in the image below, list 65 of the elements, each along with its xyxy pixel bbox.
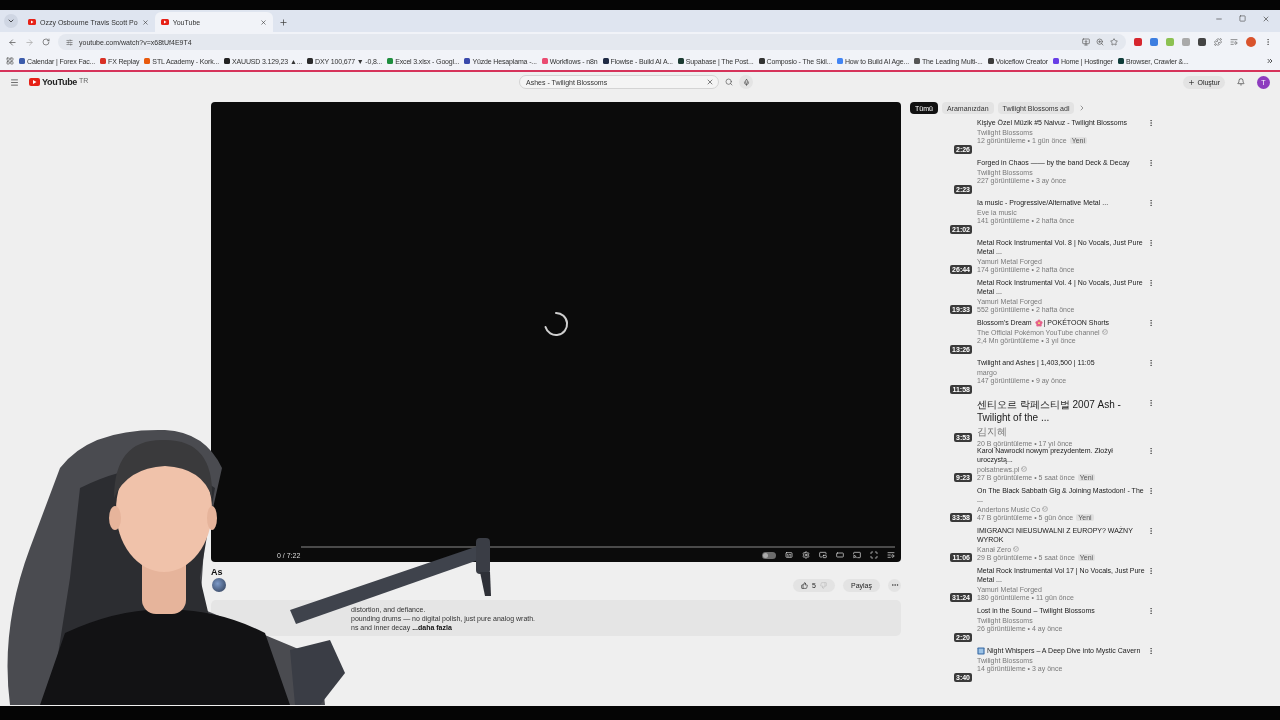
- video-title: As: [211, 567, 223, 577]
- more-icon: [1147, 119, 1155, 127]
- play-logo-icon: [160, 19, 169, 25]
- book-icon: [977, 647, 985, 656]
- play-logo-icon: [28, 19, 36, 25]
- channel-avatar[interactable]: [212, 578, 226, 592]
- install-icon[interactable]: [1082, 38, 1090, 46]
- back-icon[interactable]: [8, 37, 17, 47]
- menu-icon[interactable]: [10, 77, 19, 87]
- zoom-icon[interactable]: [1096, 38, 1104, 46]
- chevron-down-icon: [7, 17, 15, 25]
- more-icon: [1147, 487, 1155, 495]
- more-icon: [1147, 239, 1155, 247]
- more-icon: [1147, 567, 1155, 575]
- fullscreen-icon[interactable]: [870, 551, 878, 559]
- clear-icon[interactable]: [706, 78, 714, 86]
- play-logo-icon: [29, 78, 40, 86]
- more-icon: [1147, 647, 1155, 655]
- maximize-icon[interactable]: [1239, 15, 1246, 22]
- theater-mode-icon[interactable]: [836, 551, 844, 559]
- media-icon[interactable]: [1230, 38, 1238, 46]
- more-icon: [1147, 159, 1155, 167]
- close-icon[interactable]: [1262, 15, 1270, 23]
- more-icon: [1147, 319, 1155, 327]
- more-icon: [1147, 607, 1155, 615]
- more-icon: [1147, 447, 1155, 455]
- tab-search-button[interactable]: [4, 14, 18, 28]
- playlist-icon[interactable]: [887, 551, 895, 559]
- notifications-icon[interactable]: [1237, 78, 1245, 86]
- more-icon: [1147, 199, 1155, 207]
- new-tab-button[interactable]: [278, 18, 288, 27]
- more-button[interactable]: [888, 578, 901, 592]
- profile-icon[interactable]: [1246, 37, 1256, 47]
- minimize-icon[interactable]: [1215, 15, 1223, 23]
- forward-icon[interactable]: [25, 37, 34, 47]
- site-settings-icon[interactable]: [66, 38, 73, 46]
- microphone-icon: [742, 78, 750, 86]
- subtitles-icon[interactable]: [785, 551, 793, 559]
- more-icon: [1147, 279, 1155, 287]
- search-button[interactable]: [725, 78, 733, 86]
- more-icon: [1147, 359, 1155, 367]
- menu-icon[interactable]: [1264, 38, 1272, 46]
- settings-icon[interactable]: [802, 551, 810, 559]
- plus-icon: [278, 18, 288, 27]
- channel-name[interactable]: 김지혜: [977, 425, 1007, 439]
- flower-icon: [1034, 319, 1043, 328]
- more-icon: [890, 581, 899, 589]
- close-icon[interactable]: [259, 18, 267, 26]
- search-icon: [725, 78, 733, 86]
- video-link[interactable]: 센티오르 락페스티벌 2007 Ash - Twilight of the ...: [977, 399, 1147, 424]
- more-icon: [1147, 399, 1155, 407]
- bookmark-star-icon[interactable]: [1110, 38, 1118, 46]
- reload-icon[interactable]: [42, 38, 50, 46]
- autoplay-toggle[interactable]: [762, 551, 776, 559]
- apps-icon[interactable]: [6, 57, 14, 65]
- more-bookmarks-icon[interactable]: [1266, 57, 1274, 65]
- thumbs-down-icon: [820, 581, 827, 589]
- miniplayer-icon[interactable]: [819, 551, 827, 559]
- extensions-icon[interactable]: [1214, 38, 1222, 46]
- thumbs-up-icon: [801, 581, 809, 589]
- close-icon[interactable]: [141, 18, 149, 26]
- plus-icon: [1188, 78, 1196, 86]
- voice-search-button[interactable]: [739, 75, 753, 89]
- cast-icon[interactable]: [853, 551, 861, 559]
- more-icon: [1147, 527, 1155, 535]
